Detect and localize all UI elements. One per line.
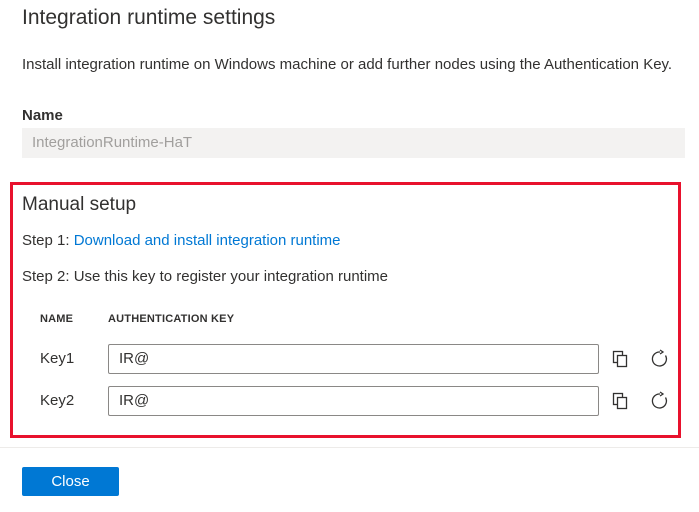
refresh-icon[interactable] [650, 391, 670, 411]
copy-icon[interactable] [610, 391, 630, 411]
column-header-name: NAME [40, 313, 74, 325]
panel-description: Install integration runtime on Windows m… [22, 56, 673, 73]
footer-divider [0, 447, 699, 448]
copy-icon[interactable] [610, 349, 630, 369]
panel-title: Integration runtime settings [22, 6, 276, 29]
download-runtime-link[interactable]: Download and install integration runtime [74, 232, 341, 249]
name-label: Name [22, 107, 63, 124]
manual-setup-title: Manual setup [22, 194, 137, 215]
step1-text: Step 1: Download and install integration… [22, 232, 341, 249]
key2-input[interactable]: IR@ [108, 386, 599, 416]
column-header-auth-key: AUTHENTICATION KEY [108, 313, 235, 325]
step1-prefix: Step 1: [22, 232, 74, 249]
key2-label: Key2 [40, 392, 75, 409]
close-button[interactable]: Close [22, 467, 119, 496]
name-field: IntegrationRuntime-HaT [22, 128, 685, 158]
refresh-icon[interactable] [650, 349, 670, 369]
key1-label: Key1 [40, 350, 75, 367]
step2-text: Step 2: Use this key to register your in… [22, 268, 389, 285]
key1-input[interactable]: IR@ [108, 344, 599, 374]
